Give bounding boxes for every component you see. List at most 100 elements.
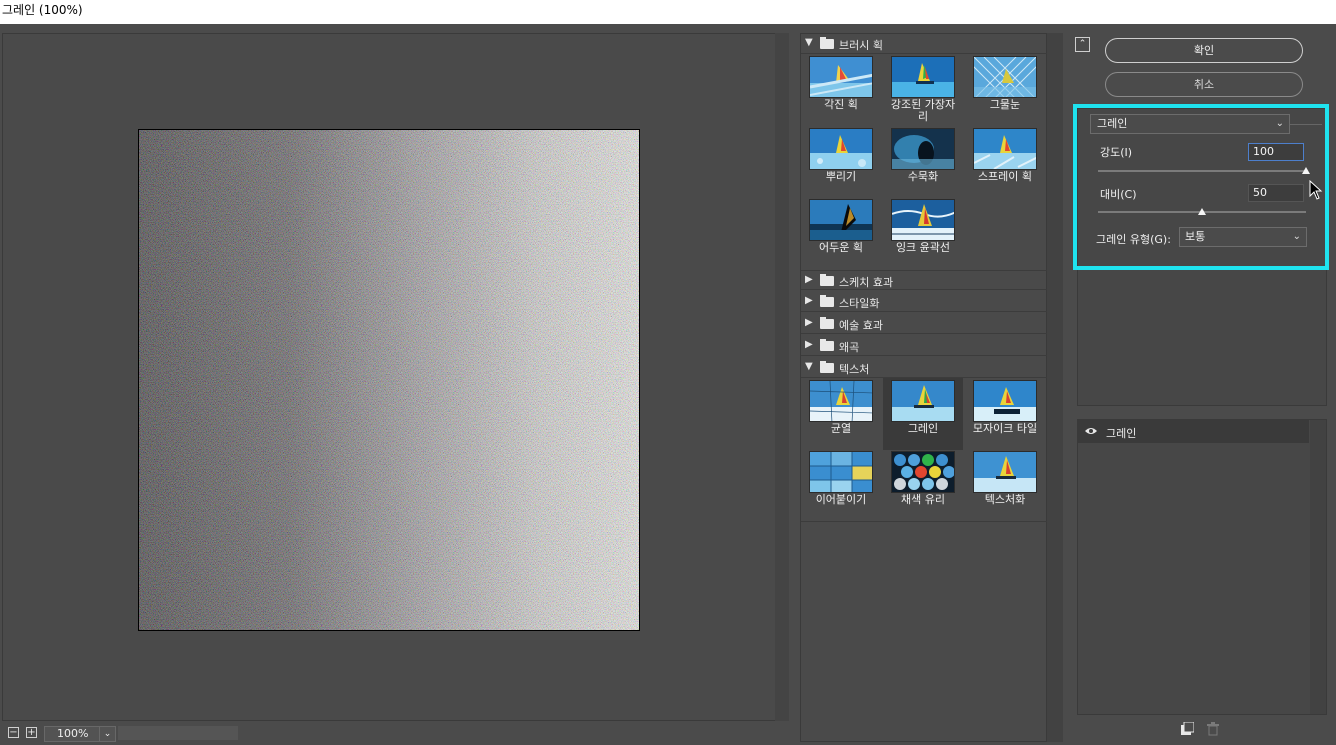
filter-thumb-angled-strokes[interactable]: 각진 획 <box>801 54 881 126</box>
filter-thumb-sprayed-strokes[interactable]: 스프레이 획 <box>965 126 1045 198</box>
contrast-label: 대비(C) <box>1100 188 1137 201</box>
folder-icon <box>820 37 834 49</box>
thumbnail-image <box>973 380 1037 422</box>
cancel-button[interactable]: 취소 <box>1105 72 1303 97</box>
filter-thumb-dark-strokes[interactable]: 어두운 획 <box>801 197 881 269</box>
thumbnail-image <box>809 451 873 493</box>
triangle-right-icon: ▶ <box>805 274 813 285</box>
effect-layers-panel <box>1077 419 1327 715</box>
thumbnail-image <box>891 56 955 98</box>
thumb-label: 채색 유리 <box>901 493 945 506</box>
thumb-label: 이어붙이기 <box>815 493 867 506</box>
grain-type-select[interactable]: 보통 ⌄ <box>1179 227 1307 247</box>
chevron-down-icon: ⌄ <box>99 727 115 741</box>
folder-artistic[interactable]: ▶ 예술 효과 <box>801 314 1048 334</box>
filter-gallery: ▼ 브러시 획 각진 획 강조된 가장자 리 그물눈 뿌리기 수묵화 스프레이 … <box>800 33 1048 742</box>
triangle-down-icon: ▼ <box>805 361 813 372</box>
thumbnail-image <box>973 451 1037 493</box>
mouse-cursor-icon <box>1309 180 1323 200</box>
thumb-label: 각진 획 <box>824 98 858 111</box>
thumbnail-image <box>973 56 1037 98</box>
folder-label: 텍스처 <box>839 363 870 376</box>
folder-sketch[interactable]: ▶ 스케치 효과 <box>801 270 1048 290</box>
contrast-input[interactable]: 50 <box>1248 184 1304 202</box>
thumbnail-image <box>891 199 955 241</box>
filter-thumb-accented-edges[interactable]: 강조된 가장자 리 <box>883 54 963 126</box>
folder-icon <box>820 295 834 307</box>
chevron-down-icon: ⌄ <box>1275 118 1284 129</box>
minus-icon: − <box>9 727 18 738</box>
thumb-label: 잉크 윤곽선 <box>895 241 951 254</box>
zoom-out-button[interactable]: − <box>8 727 19 738</box>
triangle-right-icon: ▶ <box>805 339 813 350</box>
preview-hscrollbar[interactable] <box>118 726 238 740</box>
thumbnail-image <box>891 380 955 422</box>
folder-texture[interactable]: ▼ 텍스처 <box>801 358 1048 378</box>
folder-label: 스타일화 <box>839 297 880 310</box>
folder-label: 브러시 획 <box>839 39 883 52</box>
filter-thumb-texturizer[interactable]: 텍스처화 <box>965 449 1045 521</box>
trash-icon[interactable] <box>1206 722 1220 736</box>
filter-select[interactable]: 그레인 ⌄ <box>1090 114 1290 134</box>
zoom-value: 100% <box>57 727 89 740</box>
thumb-label: 스프레이 획 <box>977 170 1033 183</box>
thumb-label: 수묵화 <box>907 170 939 183</box>
filter-select-value: 그레인 <box>1097 117 1128 130</box>
thumb-label: 뿌리기 <box>825 170 857 183</box>
folder-icon <box>820 361 834 373</box>
folder-label: 예술 효과 <box>839 319 883 332</box>
thumbnail-image <box>973 128 1037 170</box>
triangle-right-icon: ▶ <box>805 295 813 306</box>
filter-thumb-stained-glass[interactable]: 채색 유리 <box>883 449 963 521</box>
intensity-label: 강도(I) <box>1100 146 1133 159</box>
folder-label: 스케치 효과 <box>839 276 894 289</box>
chevron-down-icon: ⌄ <box>1292 231 1301 242</box>
filter-thumb-patchwork[interactable]: 이어붙이기 <box>801 449 881 521</box>
zoom-in-button[interactable]: + <box>26 727 37 738</box>
filter-thumb-crosshatch[interactable]: 그물눈 <box>965 54 1045 126</box>
ok-button[interactable]: 확인 <box>1105 38 1303 63</box>
layers-scrollbar[interactable] <box>1310 420 1326 714</box>
gallery-scrollbar[interactable] <box>1047 33 1063 742</box>
folder-distort[interactable]: ▶ 왜곡 <box>801 336 1048 356</box>
preview-scrollbar[interactable] <box>775 33 789 721</box>
thumb-label: 균열 <box>830 422 852 435</box>
thumbnail-image <box>809 380 873 422</box>
intensity-slider-track[interactable] <box>1098 170 1306 172</box>
filter-thumb-craquelure[interactable]: 균열 <box>801 378 881 450</box>
triangle-down-icon: ▼ <box>805 37 813 48</box>
divider <box>801 521 1048 522</box>
effect-layer-row[interactable]: 그레인 <box>1078 420 1309 443</box>
preview-image <box>138 129 640 631</box>
window-title: 그레인 (100%) <box>0 0 1336 24</box>
thumb-label: 모자이크 타일 <box>972 422 1038 435</box>
thumb-label: 그레인 <box>907 422 939 435</box>
thumbnail-image <box>809 199 873 241</box>
folder-stylize[interactable]: ▶ 스타일화 <box>801 292 1048 312</box>
double-chevron-up-icon: ⌃ <box>1078 39 1087 49</box>
filter-thumb-spatter[interactable]: 뿌리기 <box>801 126 881 198</box>
intensity-input[interactable]: 100 <box>1248 143 1304 161</box>
thumb-label: 그물눈 <box>989 98 1021 111</box>
collapse-gallery-button[interactable]: ⌃ <box>1075 37 1090 52</box>
thumbnail-image <box>809 56 873 98</box>
filter-thumb-ink-outlines[interactable]: 잉크 윤곽선 <box>883 197 963 269</box>
plus-icon: + <box>27 727 36 738</box>
effect-layer-name: 그레인 <box>1106 427 1137 440</box>
eye-icon[interactable] <box>1085 426 1097 436</box>
thumbnail-image <box>891 451 955 493</box>
folder-brush-strokes[interactable]: ▼ 브러시 획 <box>801 34 1048 54</box>
thumb-label: 어두운 획 <box>819 241 863 254</box>
filter-thumb-sumi-e[interactable]: 수묵화 <box>883 126 963 198</box>
zoom-select[interactable]: 100% ⌄ <box>44 726 116 742</box>
new-effect-layer-icon[interactable] <box>1180 722 1194 736</box>
grain-type-label: 그레인 유형(G): <box>1096 233 1171 246</box>
filter-thumb-mosaic-tiles[interactable]: 모자이크 타일 <box>965 378 1045 450</box>
thumbnail-image <box>891 128 955 170</box>
intensity-slider-thumb[interactable] <box>1302 167 1310 174</box>
contrast-slider-thumb[interactable] <box>1198 208 1206 215</box>
folder-icon <box>820 274 834 286</box>
thumb-label: 텍스처화 <box>984 493 1026 506</box>
filter-thumb-grain[interactable]: 그레인 <box>883 378 963 450</box>
folder-label: 왜곡 <box>839 341 860 354</box>
